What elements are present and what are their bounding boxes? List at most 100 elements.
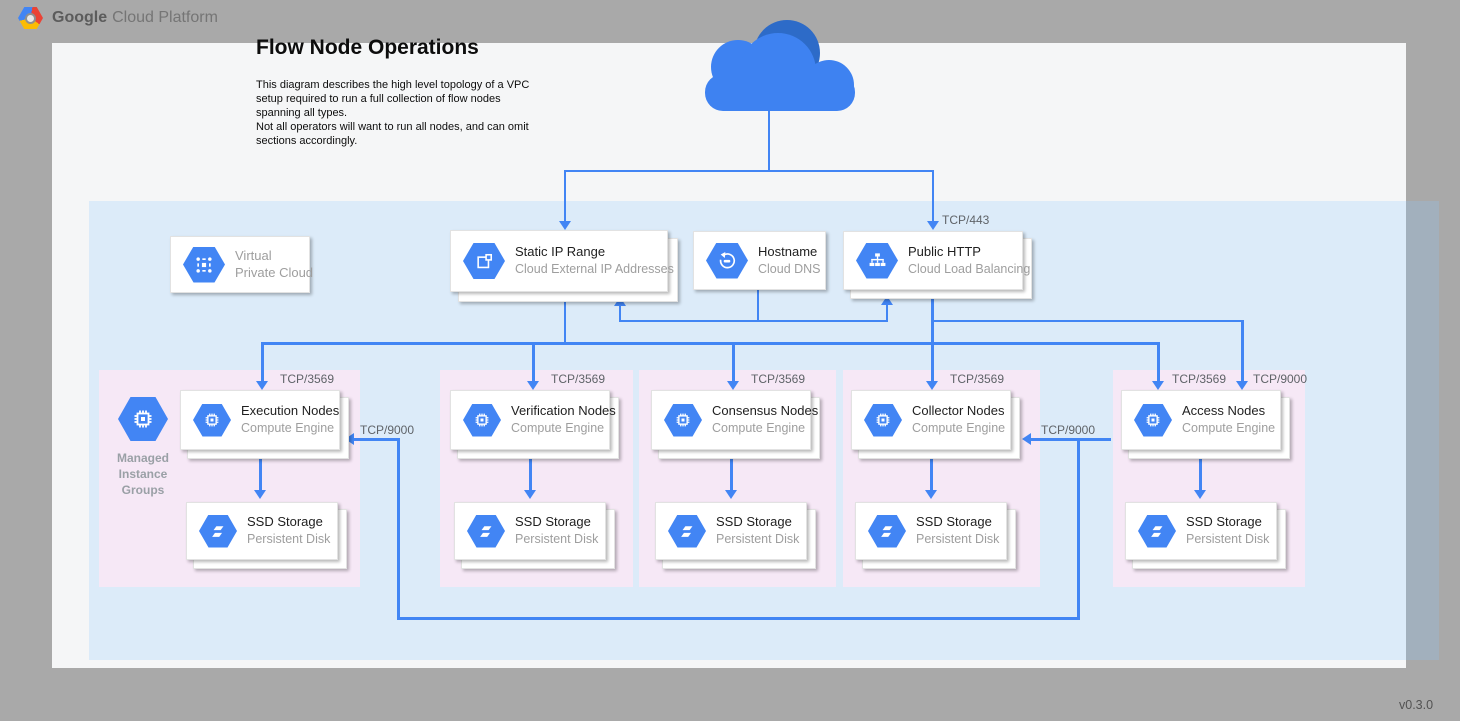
card-ssd-consensus: SSD Storage Persistent Disk bbox=[655, 502, 807, 560]
edge-collector-to-ssd bbox=[930, 458, 933, 490]
card-execution-nodes: Execution Nodes Compute Engine bbox=[180, 390, 340, 450]
card-ssd-execution: SSD Storage Persistent Disk bbox=[186, 502, 338, 560]
edge-publichttp-branch-right bbox=[931, 320, 1243, 322]
label-access-port2: TCP/9000 bbox=[1253, 372, 1307, 386]
edge-drop-execution bbox=[261, 342, 264, 381]
gcp-logo: Google Cloud Platform bbox=[18, 7, 218, 29]
description-paragraph-1: This diagram describes the high level to… bbox=[256, 78, 532, 120]
label-collector-port: TCP/3569 bbox=[950, 372, 1004, 386]
compute-engine-icon bbox=[864, 404, 902, 437]
hostname-subtitle: Cloud DNS bbox=[758, 261, 821, 277]
edge-cloud-to-publichttp bbox=[932, 170, 934, 222]
arrow-into-collector bbox=[926, 381, 938, 390]
edge-dns-branch bbox=[619, 320, 888, 322]
persistent-disk-icon bbox=[1138, 515, 1176, 548]
label-execution-in-port: TCP/9000 bbox=[360, 423, 414, 437]
edge-cloud-branch bbox=[564, 170, 934, 172]
diagram-stage: Google Cloud Platform Flow Node Operatio… bbox=[0, 0, 1460, 721]
edge-into-execution-right bbox=[354, 438, 400, 441]
card-consensus-nodes: Consensus Nodes Compute Engine bbox=[651, 390, 811, 450]
edge-access-route-bottom bbox=[397, 617, 1080, 620]
vpc-icon bbox=[183, 247, 225, 283]
persistent-disk-icon bbox=[868, 515, 906, 548]
public-http-title: Public HTTP bbox=[908, 244, 1030, 261]
load-balancer-icon bbox=[856, 243, 898, 279]
card-collector-nodes: Collector Nodes Compute Engine bbox=[851, 390, 1011, 450]
arrow-verification-to-ssd bbox=[524, 490, 536, 499]
persistent-disk-icon bbox=[467, 515, 505, 548]
consensus-nodes-subtitle: Compute Engine bbox=[712, 420, 818, 436]
card-hostname: Hostname Cloud DNS bbox=[693, 231, 826, 290]
edge-dns-to-publichttp bbox=[886, 305, 888, 321]
arrow-collector-to-ssd bbox=[925, 490, 937, 499]
label-consensus-port: TCP/3569 bbox=[751, 372, 805, 386]
card-access-nodes: Access Nodes Compute Engine bbox=[1121, 390, 1281, 450]
card-verification-nodes: Verification Nodes Compute Engine bbox=[450, 390, 610, 450]
internet-cloud-icon bbox=[683, 16, 863, 112]
page-title: Flow Node Operations bbox=[256, 36, 479, 60]
version-label: v0.3.0 bbox=[1399, 698, 1433, 712]
edge-publichttp-to-collector bbox=[931, 289, 934, 381]
ssd-verification-subtitle: Persistent Disk bbox=[515, 531, 598, 547]
edge-access-route-down bbox=[1077, 438, 1080, 619]
edge-hostname-stem bbox=[757, 289, 759, 322]
card-ssd-collector: SSD Storage Persistent Disk bbox=[855, 502, 1007, 560]
verification-nodes-title: Verification Nodes bbox=[511, 403, 616, 420]
card-static-ip-range: Static IP Range Cloud External IP Addres… bbox=[450, 230, 668, 292]
consensus-nodes-title: Consensus Nodes bbox=[712, 403, 818, 420]
description-paragraph-2: Not all operators will want to run all n… bbox=[256, 120, 532, 148]
card-public-http: Public HTTP Cloud Load Balancing bbox=[843, 231, 1023, 290]
ssd-verification-title: SSD Storage bbox=[515, 514, 598, 531]
ssd-execution-title: SSD Storage bbox=[247, 514, 330, 531]
ssd-collector-title: SSD Storage bbox=[916, 514, 999, 531]
mig-label-line3: Groups bbox=[99, 482, 187, 498]
ssd-collector-subtitle: Persistent Disk bbox=[916, 531, 999, 547]
mig-label-line2: Instance bbox=[99, 466, 187, 482]
arrow-into-access-3569 bbox=[1152, 381, 1164, 390]
ssd-execution-subtitle: Persistent Disk bbox=[247, 531, 330, 547]
gcp-logo-hexagon-icon bbox=[18, 7, 43, 29]
arrow-into-staticip-top bbox=[559, 221, 571, 230]
edge-execution-to-ssd bbox=[259, 458, 262, 490]
arrow-execution-to-ssd bbox=[254, 490, 266, 499]
hostname-title: Hostname bbox=[758, 244, 821, 261]
edge-drop-verification bbox=[532, 342, 535, 381]
compute-engine-icon bbox=[193, 404, 231, 437]
arrow-into-collector-right bbox=[1022, 433, 1031, 445]
execution-nodes-title: Execution Nodes bbox=[241, 403, 339, 420]
logo-text-light: Cloud Platform bbox=[112, 9, 218, 27]
edge-cloud-to-staticip bbox=[564, 170, 566, 222]
access-nodes-title: Access Nodes bbox=[1182, 403, 1275, 420]
label-execution-port: TCP/3569 bbox=[280, 372, 334, 386]
collector-nodes-subtitle: Compute Engine bbox=[912, 420, 1005, 436]
edge-drop-access-9000 bbox=[1241, 320, 1244, 381]
logo-text-bold: Google bbox=[52, 9, 107, 27]
vpc-label-line1: Virtual bbox=[235, 248, 313, 265]
ssd-access-subtitle: Persistent Disk bbox=[1186, 531, 1269, 547]
arrow-into-execution bbox=[256, 381, 268, 390]
persistent-disk-icon bbox=[199, 515, 237, 548]
managed-instance-groups-label: Managed Instance Groups bbox=[99, 450, 187, 499]
external-ip-icon bbox=[463, 243, 505, 279]
compute-engine-icon bbox=[463, 404, 501, 437]
page-description: This diagram describes the high level to… bbox=[256, 78, 532, 148]
compute-engine-icon bbox=[664, 404, 702, 437]
static-ip-subtitle: Cloud External IP Addresses bbox=[515, 261, 674, 277]
edge-access-route-up bbox=[397, 440, 400, 620]
edge-access-to-ssd bbox=[1199, 458, 1202, 490]
execution-nodes-subtitle: Compute Engine bbox=[241, 420, 339, 436]
arrow-access-to-ssd bbox=[1194, 490, 1206, 499]
gcp-logo-ring bbox=[25, 13, 36, 24]
label-access-port: TCP/3569 bbox=[1172, 372, 1226, 386]
access-nodes-subtitle: Compute Engine bbox=[1182, 420, 1275, 436]
arrow-into-consensus bbox=[727, 381, 739, 390]
edge-dns-to-staticip bbox=[619, 306, 621, 321]
edge-cloud-stem bbox=[768, 108, 770, 172]
label-tcp443: TCP/443 bbox=[942, 213, 989, 227]
card-ssd-verification: SSD Storage Persistent Disk bbox=[454, 502, 606, 560]
cloud-dns-icon bbox=[706, 243, 748, 279]
card-ssd-access: SSD Storage Persistent Disk bbox=[1125, 502, 1277, 560]
label-verification-port: TCP/3569 bbox=[551, 372, 605, 386]
collector-nodes-title: Collector Nodes bbox=[912, 403, 1005, 420]
ssd-access-title: SSD Storage bbox=[1186, 514, 1269, 531]
